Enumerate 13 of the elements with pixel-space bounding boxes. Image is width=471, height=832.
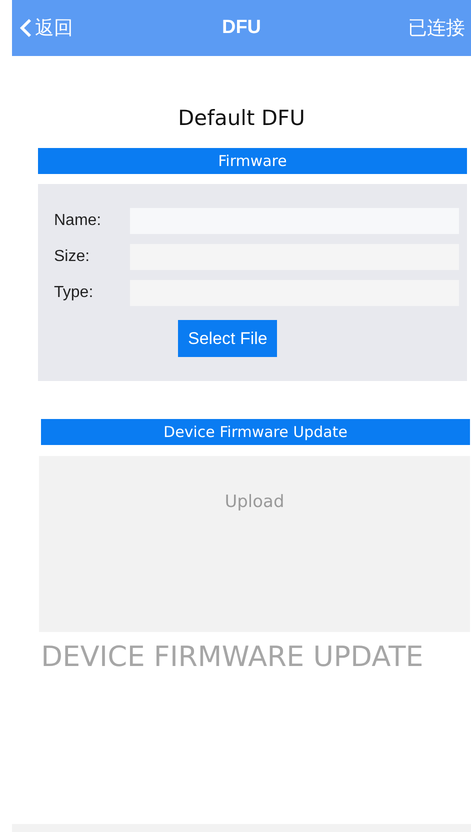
- back-button[interactable]: 返回: [20, 15, 73, 41]
- nav-title: DFU: [222, 17, 262, 39]
- field-label: Name:: [54, 212, 102, 230]
- field-label: Type:: [54, 284, 94, 302]
- section-header: Device Firmware Update: [41, 419, 470, 445]
- upload-button[interactable]: Upload: [224, 492, 284, 512]
- back-chevron-icon: [20, 18, 32, 38]
- select-file-button[interactable]: Select File: [178, 320, 278, 357]
- section-header: Firmware: [38, 148, 467, 174]
- page-heading: Default DFU: [176, 106, 306, 130]
- connection-status: 已连接: [408, 17, 465, 41]
- field-label: Size:: [54, 248, 91, 266]
- banner-text: DEVICE FIRMWARE UPDATE: [41, 640, 424, 673]
